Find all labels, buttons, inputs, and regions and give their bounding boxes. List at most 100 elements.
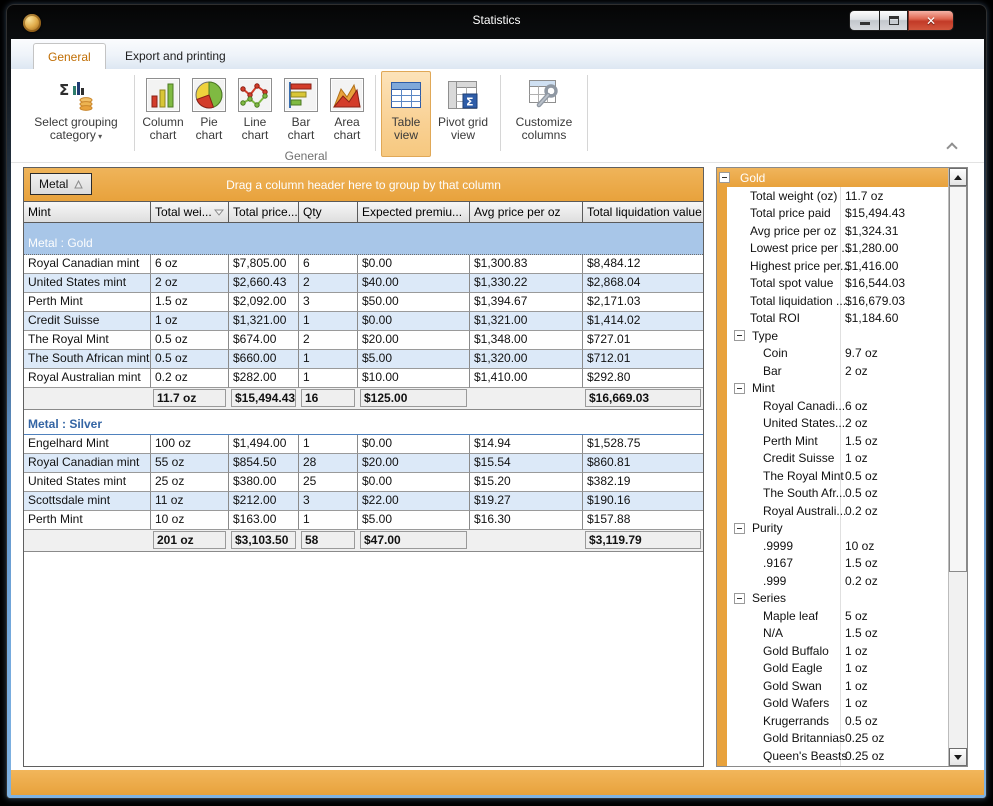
minimize-button[interactable] <box>849 10 879 31</box>
column-header-total-wei[interactable]: Total wei... <box>151 202 229 223</box>
tree-group-header-gold[interactable]: Gold <box>717 168 948 187</box>
column-chart-button[interactable]: Column chart <box>140 71 186 157</box>
tree-row-united-states[interactable]: United States...2 oz <box>717 415 948 433</box>
column-header-total-price[interactable]: Total price... <box>229 202 299 223</box>
tree-row-9999[interactable]: .999910 oz <box>717 537 948 555</box>
table-row[interactable]: United States mint25 oz$380.0025$0.00$15… <box>24 473 703 492</box>
grid-rows-container: Metal : GoldRoyal Canadian mint6 oz$7,80… <box>24 223 703 766</box>
tree-row-label: Total spot value <box>750 276 833 290</box>
tree-row-the-south-afr[interactable]: The South Afr...0.5 oz <box>717 485 948 503</box>
tree-row-value: $1,184.60 <box>845 311 898 325</box>
table-cell: The South African mint <box>24 350 151 369</box>
tree-row-gold-kangaroos[interactable]: Gold Kangaroos0.2 oz <box>717 765 948 767</box>
table-row[interactable]: Credit Suisse1 oz$1,321.001$0.00$1,321.0… <box>24 312 703 331</box>
tree-row-gold-eagle[interactable]: Gold Eagle1 oz <box>717 660 948 678</box>
table-cell: $2,868.04 <box>583 274 704 293</box>
tree-row-series[interactable]: Series <box>717 590 948 608</box>
table-row[interactable]: Royal Canadian mint6 oz$7,805.006$0.00$1… <box>24 255 703 274</box>
tree-row-queen-s-beasts[interactable]: Queen's Beasts0.25 oz <box>717 747 948 765</box>
collapse-minus-icon[interactable] <box>734 523 745 534</box>
tree-row-total-spot-value[interactable]: Total spot value$16,544.03 <box>717 275 948 293</box>
pivot-grid-view-button[interactable]: ΣPivot grid view <box>431 71 495 157</box>
column-header-expected-premiu[interactable]: Expected premiu... <box>358 202 470 223</box>
column-header-label: Total wei... <box>155 205 212 219</box>
table-row[interactable]: The South African mint0.5 oz$660.001$5.0… <box>24 350 703 369</box>
select-grouping-category-button[interactable]: ΣSelect grouping category ▾ <box>23 71 129 157</box>
column-header-qty[interactable]: Qty <box>299 202 358 223</box>
tree-row-purity[interactable]: Purity <box>717 520 948 538</box>
area-chart-button[interactable]: Area chart <box>324 71 370 157</box>
collapse-minus-icon[interactable] <box>719 172 730 183</box>
tree-row-value: 0.5 oz <box>845 469 878 483</box>
tree-row-royal-canadi[interactable]: Royal Canadi...6 oz <box>717 397 948 415</box>
close-button[interactable]: ✕ <box>908 10 954 31</box>
tree-row-type[interactable]: Type <box>717 327 948 345</box>
tree-row-avg-price-per-oz[interactable]: Avg price per oz$1,324.31 <box>717 222 948 240</box>
tree-row-label: The Royal Mint <box>763 469 844 483</box>
tree-row-total-liquidation[interactable]: Total liquidation ...$16,679.03 <box>717 292 948 310</box>
tree-row-gold-swan[interactable]: Gold Swan1 oz <box>717 677 948 695</box>
tree-row-coin[interactable]: Coin9.7 oz <box>717 345 948 363</box>
ribbon-collapse-chevron-icon[interactable] <box>946 142 957 153</box>
scrollbar-thumb[interactable] <box>949 186 967 572</box>
tree-row-the-royal-mint[interactable]: The Royal Mint0.5 oz <box>717 467 948 485</box>
tab-general[interactable]: General <box>33 43 106 69</box>
table-row[interactable]: Royal Canadian mint55 oz$854.5028$20.00$… <box>24 454 703 473</box>
table-cell: $40.00 <box>358 274 470 293</box>
table-cell: 2 oz <box>151 274 229 293</box>
tree-row-n-a[interactable]: N/A1.5 oz <box>717 625 948 643</box>
tree-row-perth-mint[interactable]: Perth Mint1.5 oz <box>717 432 948 450</box>
bar-chart-button[interactable]: Bar chart <box>278 71 324 157</box>
customize-columns-button[interactable]: Customize columns <box>506 71 582 157</box>
tree-row-total-weight-oz[interactable]: Total weight (oz)11.7 oz <box>717 187 948 205</box>
table-cell: $0.00 <box>358 255 470 274</box>
collapse-minus-icon[interactable] <box>734 330 745 341</box>
tree-row-value: 9.7 oz <box>845 346 878 360</box>
table-row[interactable]: Engelhard Mint100 oz$1,494.001$0.00$14.9… <box>24 435 703 454</box>
tree-row-999[interactable]: .9990.2 oz <box>717 572 948 590</box>
group-row-gold[interactable]: Metal : Gold <box>24 223 703 255</box>
scroll-up-button[interactable] <box>949 168 967 186</box>
group-row-silver[interactable]: Metal : Silver <box>24 410 703 435</box>
column-header-avg-price-per-oz[interactable]: Avg price per oz <box>470 202 583 223</box>
pie-chart-button[interactable]: Pie chart <box>186 71 232 157</box>
filter-icon[interactable] <box>214 208 224 222</box>
tree-row-lowest-price-per[interactable]: Lowest price per ...$1,280.00 <box>717 240 948 258</box>
tree-row-gold-buffalo[interactable]: Gold Buffalo1 oz <box>717 642 948 660</box>
tree-row-value: 10 oz <box>845 539 874 553</box>
table-row[interactable]: Perth Mint1.5 oz$2,092.003$50.00$1,394.6… <box>24 293 703 312</box>
table-row[interactable]: United States mint2 oz$2,660.432$40.00$1… <box>24 274 703 293</box>
tree-row-label: Krugerrands <box>763 714 829 728</box>
column-header-mint[interactable]: Mint <box>24 202 151 223</box>
tree-row-bar[interactable]: Bar2 oz <box>717 362 948 380</box>
table-view-button[interactable]: Table view <box>381 71 431 157</box>
tree-row-gold-wafers[interactable]: Gold Wafers1 oz <box>717 695 948 713</box>
tree-row-9167[interactable]: .91671.5 oz <box>717 555 948 573</box>
tab-export-and-printing[interactable]: Export and printing <box>111 43 240 69</box>
collapse-minus-icon[interactable] <box>734 383 745 394</box>
group-by-bar[interactable]: Drag a column header here to group by th… <box>24 168 703 201</box>
tree-row-credit-suisse[interactable]: Credit Suisse1 oz <box>717 450 948 468</box>
window-body: General Export and printing ΣSelect grou… <box>11 39 984 795</box>
tree-row-highest-price-per[interactable]: Highest price per...$1,416.00 <box>717 257 948 275</box>
table-row[interactable]: The Royal Mint0.5 oz$674.002$20.00$1,348… <box>24 331 703 350</box>
tree-row-krugerrands[interactable]: Krugerrands0.5 oz <box>717 712 948 730</box>
table-row[interactable]: Scottsdale mint11 oz$212.003$22.00$19.27… <box>24 492 703 511</box>
tree-row-total-price-paid[interactable]: Total price paid$15,494.43 <box>717 205 948 223</box>
tree-row-label: N/A <box>763 626 783 640</box>
table-row[interactable]: Perth Mint10 oz$163.001$5.00$16.30$157.8… <box>24 511 703 530</box>
tree-row-royal-australi[interactable]: Royal Australi...0.2 oz <box>717 502 948 520</box>
tree-row-mint[interactable]: Mint <box>717 380 948 398</box>
group-chip-metal[interactable]: Metal <box>30 173 92 195</box>
collapse-minus-icon[interactable] <box>734 593 745 604</box>
column-header-total-liquidation-value[interactable]: Total liquidation value <box>583 202 704 223</box>
line-chart-button[interactable]: Line chart <box>232 71 278 157</box>
table-row[interactable]: Royal Australian mint0.2 oz$282.001$10.0… <box>24 369 703 388</box>
maximize-button[interactable] <box>879 10 908 31</box>
tree-row-maple-leaf[interactable]: Maple leaf5 oz <box>717 607 948 625</box>
tree-row-gold-britannias[interactable]: Gold Britannias0.25 oz <box>717 730 948 748</box>
sidebar-scrollbar[interactable] <box>948 168 967 766</box>
tree-row-total-roi[interactable]: Total ROI$1,184.60 <box>717 310 948 328</box>
scroll-down-button[interactable] <box>949 748 967 766</box>
data-grid: Drag a column header here to group by th… <box>23 167 704 767</box>
